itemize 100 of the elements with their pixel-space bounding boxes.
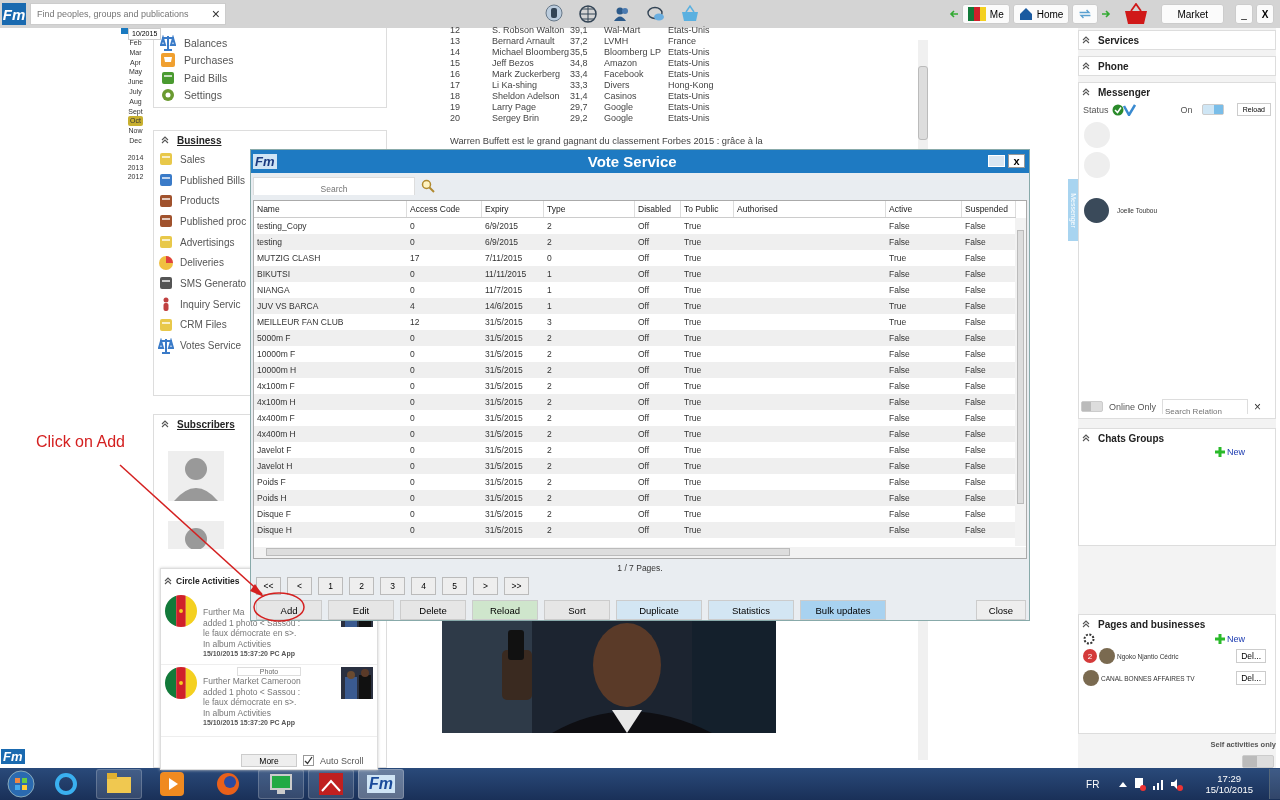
more-button[interactable]: More (241, 754, 297, 767)
column-header[interactable]: Suspended (962, 200, 1016, 217)
coin-icon[interactable] (544, 4, 564, 24)
card-title[interactable]: Business (177, 134, 222, 146)
menu-item[interactable]: Balances (184, 36, 228, 49)
menu-item[interactable]: SMS Generato (180, 277, 247, 289)
search-field[interactable]: Find peoples, groups and publications × (30, 3, 226, 25)
app-logo[interactable]: Fm (1, 749, 25, 764)
close-button[interactable]: x (1008, 154, 1025, 169)
menu-item[interactable]: Purchases (184, 54, 234, 67)
column-header[interactable]: Name (254, 200, 407, 217)
card-title[interactable]: Pages and businesses (1098, 618, 1206, 630)
collapse-icon[interactable] (161, 136, 169, 144)
toggle-switch[interactable] (1081, 401, 1103, 413)
menu-item[interactable]: Published proc (180, 215, 247, 227)
clear-icon[interactable]: × (206, 6, 225, 22)
checkbox[interactable] (303, 755, 314, 766)
collapse-icon[interactable] (161, 420, 169, 428)
collapse-icon[interactable] (1082, 36, 1090, 44)
menu-item[interactable]: Advertisings (180, 236, 235, 248)
minimize-button[interactable]: _ (1235, 4, 1253, 24)
language-indicator[interactable]: FR (1086, 778, 1100, 790)
plus-icon[interactable] (1215, 447, 1225, 458)
action-button[interactable]: Sort (544, 600, 610, 620)
page-button[interactable]: 4 (411, 577, 436, 595)
browser-icon[interactable] (54, 772, 78, 796)
menu-item[interactable]: Deliveries (180, 257, 224, 269)
new-button[interactable]: New (1215, 447, 1245, 458)
search-icon[interactable] (421, 178, 435, 193)
page-button[interactable]: < (287, 577, 312, 595)
menu-item[interactable]: Published Bills (180, 174, 246, 186)
action-button[interactable]: Reload (472, 600, 538, 620)
remove-button[interactable]: Del... (1236, 649, 1266, 664)
chart-app-icon[interactable] (319, 773, 343, 795)
collapse-icon[interactable] (1082, 62, 1090, 70)
person-silhouette[interactable] (168, 521, 224, 549)
page-button[interactable]: 3 (380, 577, 405, 595)
start-button[interactable] (6, 769, 36, 799)
avatar[interactable] (1099, 648, 1115, 665)
page-button[interactable]: 1 (318, 577, 343, 595)
toggle-switch[interactable] (1242, 755, 1274, 768)
market-button[interactable]: Market (1161, 4, 1224, 24)
card-title[interactable]: Chats Groups (1098, 432, 1165, 444)
avatar[interactable] (1083, 670, 1099, 687)
page-button[interactable]: 2 (349, 577, 374, 595)
card-title[interactable]: Services (1098, 34, 1140, 46)
close-button[interactable]: Close (976, 600, 1026, 620)
menu-item[interactable]: Sales (180, 153, 205, 165)
search-field[interactable]: Search Relation (1162, 399, 1249, 415)
action-button[interactable]: Add (256, 600, 322, 620)
card-title[interactable]: Messenger (1098, 86, 1151, 98)
collapse-icon[interactable] (164, 577, 172, 585)
menu-item[interactable]: Votes Service (180, 340, 242, 352)
globe-icon[interactable] (578, 4, 598, 24)
scrollbar[interactable] (254, 547, 1026, 558)
menu-item[interactable]: Inquiry Servic (180, 298, 241, 310)
action-button[interactable]: Delete (400, 600, 466, 620)
column-header[interactable]: Type (544, 200, 635, 217)
column-header[interactable]: Authorised (734, 200, 886, 217)
search-field[interactable]: Search (253, 176, 415, 195)
monitor-icon[interactable] (269, 773, 293, 795)
menu-item[interactable]: Settings (184, 89, 222, 102)
new-button[interactable]: New (1215, 633, 1245, 646)
toggle-switch[interactable] (1201, 104, 1224, 115)
column-header[interactable]: Access Code (407, 200, 482, 217)
card-title[interactable]: Phone (1098, 60, 1129, 72)
clock-date[interactable]: 15/10/2015 (1205, 784, 1253, 795)
tray-icons[interactable] (1117, 777, 1186, 791)
collapse-icon[interactable] (1082, 88, 1090, 96)
basket-icon[interactable] (1124, 3, 1149, 25)
collapse-icon[interactable] (1082, 434, 1090, 443)
action-button[interactable]: Edit (328, 600, 394, 620)
column-header[interactable]: Disabled (635, 200, 681, 217)
action-button[interactable]: Bulk updates (800, 600, 886, 620)
action-button[interactable]: Duplicate (616, 600, 702, 620)
collapse-icon[interactable] (1082, 620, 1090, 629)
clear-icon[interactable]: × (1254, 399, 1262, 414)
action-button[interactable]: Statistics (708, 600, 794, 620)
page-button[interactable]: > (473, 577, 498, 595)
column-header[interactable]: To Public (681, 200, 734, 217)
clock-time[interactable]: 17:29 (1217, 773, 1242, 784)
play-icon[interactable] (160, 772, 184, 796)
menu-item[interactable]: Products (180, 195, 220, 207)
remove-button[interactable]: Del... (1236, 671, 1266, 686)
menu-item[interactable]: CRM Files (180, 319, 227, 331)
home-button[interactable]: Home (1012, 4, 1070, 24)
card-title[interactable]: Subscribers (177, 418, 235, 430)
column-header[interactable]: Expiry (482, 200, 544, 217)
me-button[interactable]: Me (961, 4, 1010, 24)
plus-icon[interactable] (1215, 634, 1225, 645)
app-logo[interactable]: Fm (2, 3, 26, 25)
menu-item[interactable]: Paid Bills (184, 71, 228, 84)
page-button[interactable]: >> (504, 577, 529, 595)
page-button[interactable]: 5 (442, 577, 467, 595)
maximize-button[interactable] (988, 155, 1005, 168)
scrollbar[interactable] (1015, 217, 1026, 546)
folder-icon[interactable] (107, 773, 131, 795)
app-logo[interactable]: Fm (367, 775, 395, 793)
sync-button[interactable] (1072, 4, 1099, 24)
close-button[interactable]: X (1256, 4, 1274, 24)
